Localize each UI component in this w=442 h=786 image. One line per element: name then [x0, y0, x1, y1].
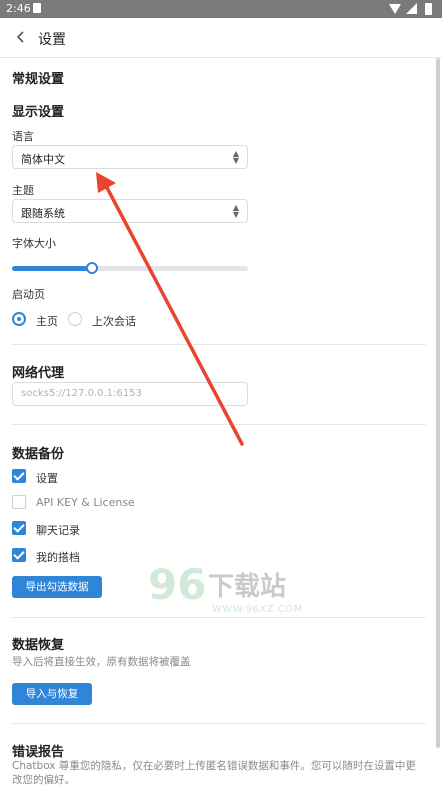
language-select[interactable]: 简体中文 ▲ ▼	[12, 145, 248, 169]
select-arrows-icon: ▲ ▼	[232, 149, 239, 165]
watermark-digits: 96	[148, 560, 207, 609]
startup-page-label: 启动页	[12, 288, 45, 301]
proxy-input-placeholder: socks5://127.0.0.1:6153	[21, 388, 142, 399]
data-backup-heading: 数据备份	[12, 447, 65, 462]
error-report-text: Chatbox 尊重您的隐私，仅在必要时上传匿名错误数据和事件。您可以随时在设置…	[12, 760, 416, 786]
error-report-heading: 错误报告	[12, 745, 65, 760]
data-restore-heading: 数据恢复	[12, 638, 65, 653]
select-arrows-icon: ▲ ▼	[232, 203, 239, 219]
section-divider	[12, 617, 426, 618]
sd-card-icon	[33, 3, 41, 13]
signal-icon	[406, 3, 417, 14]
backup-item-label: 聊天记录	[36, 524, 80, 537]
slider-thumb[interactable]	[86, 262, 98, 274]
watermark-logo: 96 下载站 WWW.96XZ.COM	[148, 560, 318, 622]
display-settings-heading: 显示设置	[12, 105, 65, 120]
backup-item-label: API KEY & License	[36, 496, 135, 509]
import-restore-button[interactable]: 导入与恢复	[12, 683, 92, 705]
proxy-input[interactable]: socks5://127.0.0.1:6153	[12, 382, 248, 406]
language-select-value: 简体中文	[21, 153, 65, 166]
section-divider	[12, 723, 426, 724]
backup-checkbox-chat-history[interactable]	[12, 521, 26, 535]
backup-item-label: 我的搭档	[36, 551, 80, 564]
backup-checkbox-my-partners[interactable]	[12, 548, 26, 562]
chevron-left-icon[interactable]	[14, 28, 32, 48]
language-label: 语言	[12, 130, 34, 143]
export-selected-button[interactable]: 导出勾选数据	[12, 576, 102, 598]
startup-radio-last-session[interactable]	[68, 312, 82, 326]
slider-fill	[12, 266, 92, 271]
arrow-head	[96, 172, 116, 193]
startup-option-home-label: 主页	[36, 315, 58, 328]
status-time: 2:46	[6, 2, 31, 15]
app-bar: 设置	[0, 18, 442, 58]
scrollbar[interactable]	[436, 58, 440, 748]
section-divider	[12, 424, 426, 425]
watermark-name: 下载站	[208, 572, 287, 602]
network-proxy-heading: 网络代理	[12, 366, 65, 381]
section-divider	[12, 344, 426, 345]
wifi-icon	[389, 4, 401, 14]
general-settings-heading: 常规设置	[12, 72, 65, 87]
page-title: 设置	[38, 32, 66, 48]
theme-select[interactable]: 跟随系统 ▲ ▼	[12, 199, 248, 223]
font-size-label: 字体大小	[12, 237, 56, 250]
startup-radio-home[interactable]	[12, 312, 26, 326]
font-size-slider[interactable]	[12, 262, 248, 274]
backup-checkbox-settings[interactable]	[12, 469, 26, 483]
status-bar: 2:46	[0, 0, 442, 18]
watermark-url: WWW.96XZ.COM	[212, 604, 303, 615]
battery-icon	[425, 3, 432, 15]
backup-checkbox-api-key[interactable]	[12, 495, 26, 509]
theme-label: 主题	[12, 184, 34, 197]
restore-hint: 导入后将直接生效，原有数据将被覆盖	[12, 656, 191, 668]
startup-option-last-session-label: 上次会话	[92, 315, 136, 328]
backup-item-label: 设置	[36, 472, 58, 485]
theme-select-value: 跟随系统	[21, 207, 65, 220]
